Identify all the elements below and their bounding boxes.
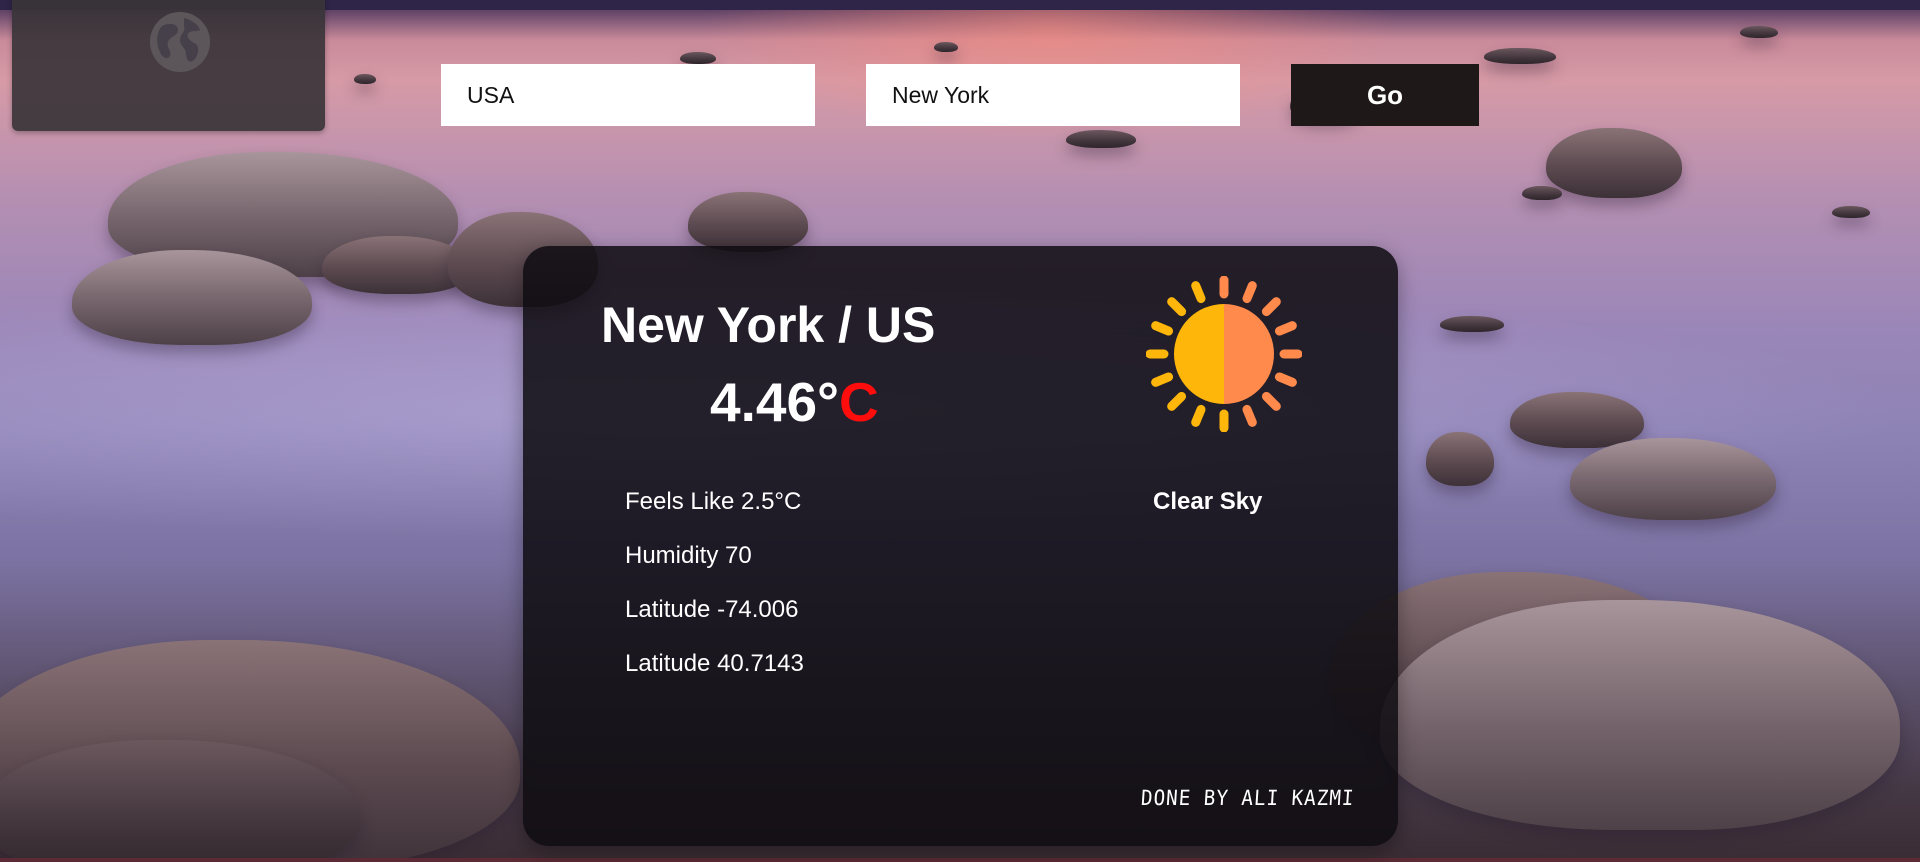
rock [1570,438,1776,520]
temperature-unit: C [839,371,879,433]
sun-ray [1191,404,1206,427]
rock [934,42,958,52]
globe-icon [150,12,210,72]
sun-ray [1167,391,1187,411]
rock [688,192,808,252]
rock [1380,600,1900,830]
location-title: New York / US [601,297,936,353]
sun-ray [1151,372,1174,387]
rock [72,250,312,345]
humidity-text: Humidity 70 [625,542,752,569]
sun-ray [1151,321,1174,336]
logo-panel [12,0,325,131]
sun-ray [1274,372,1297,387]
latitude-text: Latitude 40.7143 [625,650,804,677]
longitude-text: Latitude -74.006 [625,596,799,623]
sun-ray [1261,391,1281,411]
sun-ray [1242,281,1257,304]
go-button[interactable]: Go [1291,64,1479,126]
rock [1510,392,1644,448]
rock [1440,316,1504,332]
rock [1484,48,1556,64]
temperature-display: 4.46°C [710,370,879,434]
bottom-strip [0,858,1920,862]
sun-icon [1146,276,1302,432]
sun-ray [1167,297,1187,317]
condition-text: Clear Sky [1153,488,1263,515]
credit-text: DONE BY ALI KAZMI [1140,786,1356,810]
rock [354,74,376,84]
country-input[interactable] [441,64,815,126]
sun-ray [1191,281,1206,304]
rock [1426,432,1494,486]
sun-ray [1274,321,1297,336]
rock [1740,26,1778,38]
rock [680,52,716,64]
rock [1546,128,1682,198]
rock [1066,130,1136,148]
city-input[interactable] [866,64,1240,126]
rock [1522,186,1562,200]
sun-ray [1242,404,1257,427]
rock [1832,206,1870,218]
sun-ray [1261,297,1281,317]
weather-card: New York / US 4.46°C Feels Like 2.5°C Hu… [523,246,1398,846]
temperature-value: 4.46° [710,371,840,433]
feels-like-text: Feels Like 2.5°C [625,488,802,515]
